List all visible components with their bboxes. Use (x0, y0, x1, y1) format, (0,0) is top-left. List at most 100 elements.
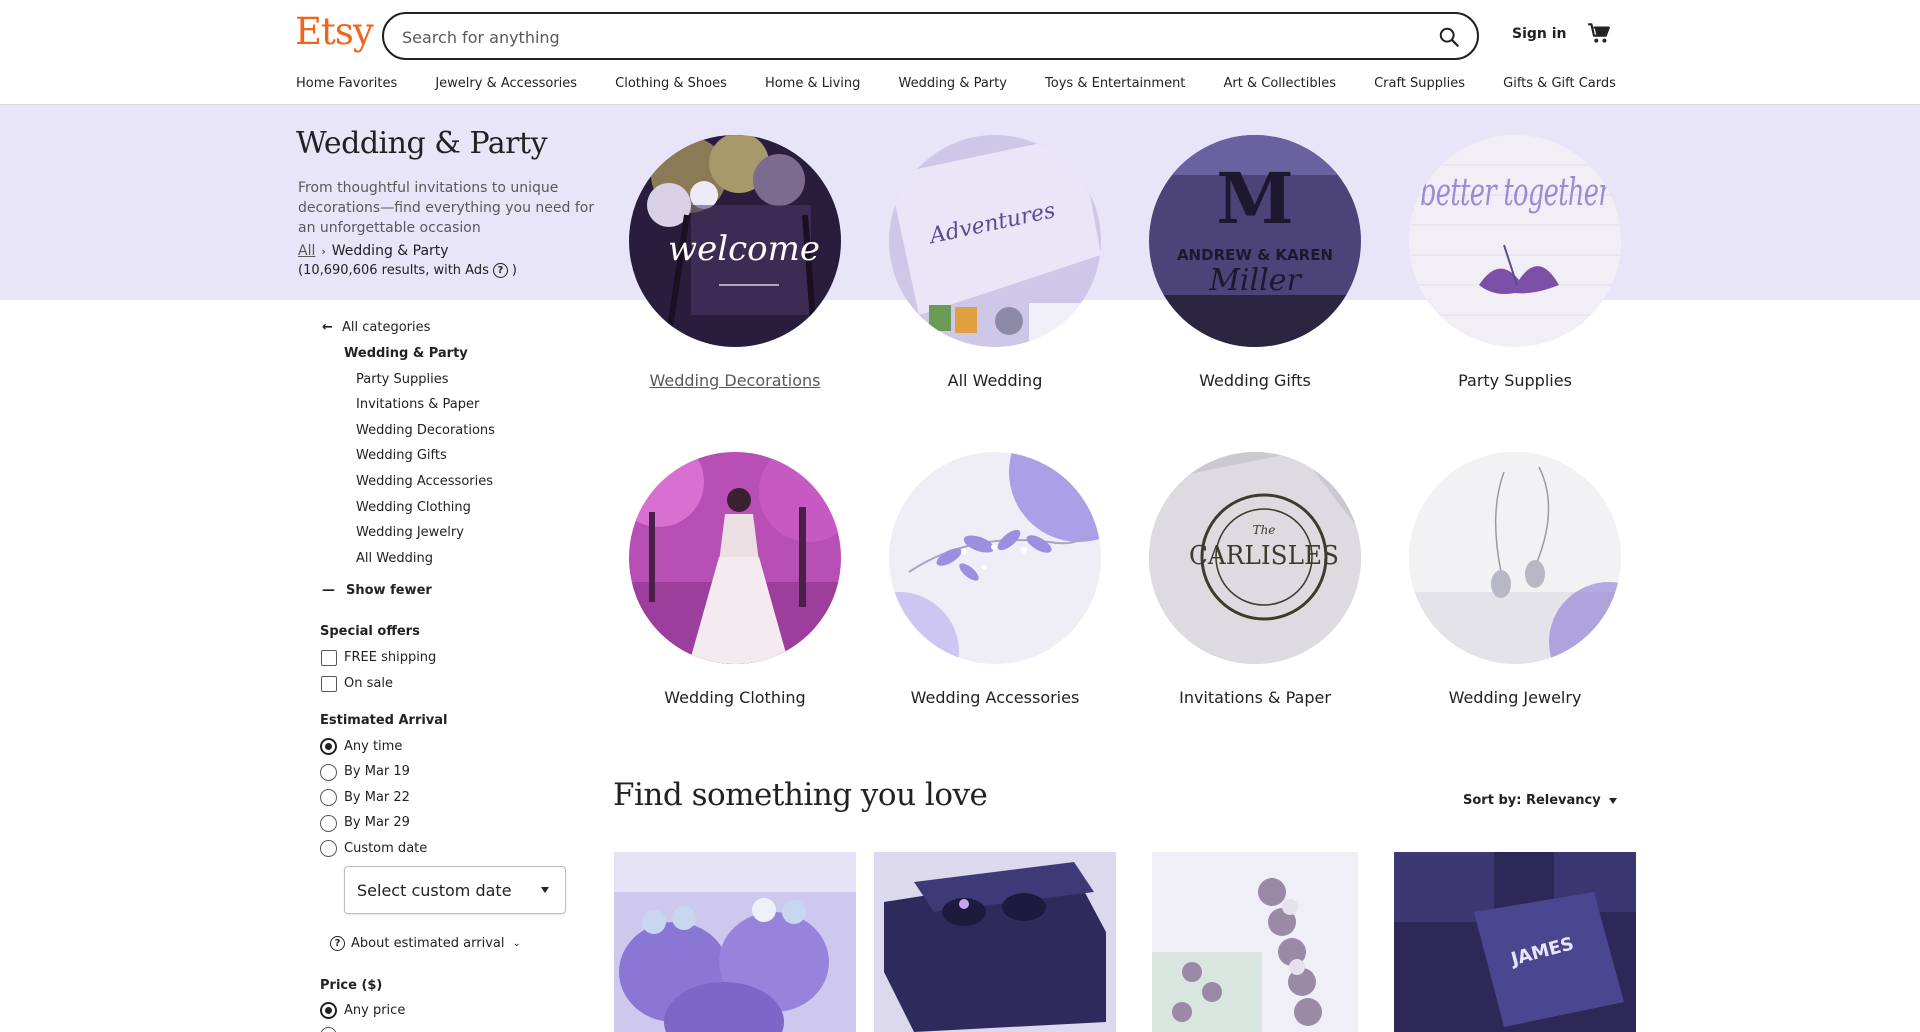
category-label: Wedding Clothing (664, 688, 806, 707)
category-party-supplies[interactable]: better together Party Supplies (1385, 135, 1645, 390)
arrival-option-label: Custom date (344, 841, 428, 856)
minus-icon: — (322, 583, 335, 598)
nav-toys-entertainment[interactable]: Toys & Entertainment (1045, 76, 1185, 91)
page-description: From thoughtful invitations to unique de… (298, 180, 595, 236)
back-label: All categories (342, 320, 431, 335)
nav-art-collectibles[interactable]: Art & Collectibles (1224, 76, 1336, 91)
nav-home-living[interactable]: Home & Living (765, 76, 860, 91)
subcategory-link[interactable]: Party Supplies (356, 372, 448, 387)
nav-craft-supplies[interactable]: Craft Supplies (1374, 76, 1465, 91)
category-wedding-decorations[interactable]: welcome Wedding Decorations (605, 135, 865, 390)
nav-clothing-shoes[interactable]: Clothing & Shoes (615, 76, 727, 91)
results-count: (10,690,606 results, with Ads ?) (298, 263, 517, 278)
on-sale-checkbox[interactable] (321, 676, 337, 692)
image-caption: Miller (1208, 263, 1302, 298)
category-wedding-accessories[interactable]: Wedding Accessories (865, 452, 1125, 707)
search-button[interactable] (1431, 19, 1467, 55)
breadcrumb-current: Wedding & Party (331, 243, 449, 259)
svg-text:The: The (1253, 523, 1276, 537)
category-image: M ANDREW & KAREN Miller (1149, 135, 1361, 347)
search-icon (1439, 27, 1459, 47)
ads-info-icon[interactable]: ? (492, 263, 508, 278)
back-all-categories-link[interactable]: ← All categories (322, 320, 430, 335)
price-any-radio[interactable] (320, 1002, 337, 1019)
about-estimated-arrival-link[interactable]: ? About estimated arrival ⌄ (330, 936, 521, 951)
find-something-heading: Find something you love (613, 777, 988, 813)
arrival-option-label: Any time (344, 739, 403, 754)
category-wedding-clothing[interactable]: Wedding Clothing (605, 452, 865, 707)
arrival-option-label: By Mar 22 (344, 790, 410, 805)
sign-in-link[interactable]: Sign in (1512, 26, 1567, 42)
category-label: Wedding Gifts (1199, 371, 1311, 390)
category-image: Adventures (889, 135, 1101, 347)
custom-date-placeholder: Select custom date (357, 881, 512, 900)
arrival-mar22-radio[interactable] (320, 789, 337, 806)
svg-text:ANDREW & KAREN: ANDREW & KAREN (1177, 246, 1333, 264)
sort-dropdown[interactable]: Sort by: Relevancy (1463, 793, 1617, 808)
sort-label: Sort by: Relevancy (1463, 793, 1601, 808)
search-input[interactable] (402, 24, 1382, 50)
arrival-any-time-radio[interactable] (320, 738, 337, 755)
product-image: JAMES (1394, 852, 1636, 1032)
breadcrumb-all-link[interactable]: All (298, 243, 315, 259)
price-next-radio[interactable] (320, 1027, 337, 1032)
category-wedding-jewelry[interactable]: Wedding Jewelry (1385, 452, 1645, 707)
etsy-logo[interactable]: Etsy (295, 10, 374, 53)
estimated-arrival-heading: Estimated Arrival (320, 713, 448, 728)
custom-date-select[interactable]: Select custom date (344, 866, 566, 914)
product-card-baskets[interactable] (614, 852, 856, 1032)
current-category[interactable]: Wedding & Party (344, 346, 468, 361)
on-sale-label: On sale (344, 676, 393, 691)
subcategory-link[interactable]: Wedding Decorations (356, 423, 495, 438)
category-label: Wedding Decorations (649, 371, 821, 390)
product-card-groomsman-box[interactable]: JAMES (1394, 852, 1636, 1032)
category-image: CARLISLES The (1149, 452, 1361, 664)
arrival-mar29-radio[interactable] (320, 815, 337, 832)
category-label: Invitations & Paper (1179, 688, 1331, 707)
nav-home-favorites[interactable]: Home Favorites (296, 76, 397, 91)
product-card-garland[interactable] (1152, 852, 1358, 1032)
search-bar (382, 12, 1479, 60)
show-fewer-button[interactable]: — Show fewer (322, 583, 432, 598)
subcategory-link[interactable]: Wedding Accessories (356, 474, 493, 489)
category-label: All Wedding (947, 371, 1043, 390)
nav-jewelry-accessories[interactable]: Jewelry & Accessories (435, 76, 577, 91)
price-heading: Price ($) (320, 978, 383, 993)
category-image: better together (1409, 135, 1621, 347)
subcategory-link[interactable]: Invitations & Paper (356, 397, 479, 412)
subcategory-link[interactable]: Wedding Gifts (356, 448, 447, 463)
category-image (629, 452, 841, 664)
subcategory-link[interactable]: Wedding Jewelry (356, 525, 464, 540)
image-caption: welcome (668, 229, 820, 269)
svg-text:M: M (1216, 157, 1294, 240)
subcategory-link[interactable]: All Wedding (356, 551, 433, 566)
category-all-wedding[interactable]: Adventures All Wedding (865, 135, 1125, 390)
arrival-option-label: By Mar 19 (344, 764, 410, 779)
chevron-down-icon (541, 887, 549, 893)
category-wedding-gifts[interactable]: M ANDREW & KAREN Miller Wedding Gifts (1125, 135, 1385, 390)
product-image (874, 852, 1116, 1032)
product-image (1152, 852, 1358, 1032)
free-shipping-checkbox[interactable] (321, 650, 337, 666)
price-option-label: Any price (344, 1003, 406, 1018)
show-fewer-label: Show fewer (346, 583, 432, 598)
image-caption: CARLISLES (1189, 541, 1339, 571)
product-card-ring-box[interactable] (874, 852, 1116, 1032)
product-image (614, 852, 856, 1032)
nav-gifts-gift-cards[interactable]: Gifts & Gift Cards (1503, 76, 1616, 91)
arrival-option-label: By Mar 29 (344, 815, 410, 830)
category-label: Party Supplies (1458, 371, 1572, 390)
cart-button[interactable] (1586, 20, 1614, 48)
site-header: Etsy Sign in Home Favorites Jewelry & Ac… (0, 0, 1920, 105)
category-invitations-paper[interactable]: CARLISLES The Invitations & Paper (1125, 452, 1385, 707)
subcategory-link[interactable]: Wedding Clothing (356, 500, 471, 515)
breadcrumb: All › Wedding & Party (298, 243, 449, 259)
arrow-left-icon: ← (322, 320, 333, 335)
arrival-custom-radio[interactable] (320, 840, 337, 857)
page-title: Wedding & Party (296, 126, 548, 161)
chevron-down-icon: ⌄ (512, 938, 521, 949)
arrival-mar19-radio[interactable] (320, 764, 337, 781)
nav-wedding-party[interactable]: Wedding & Party (898, 76, 1006, 91)
chevron-right-icon: › (321, 245, 326, 258)
category-image (889, 452, 1101, 664)
